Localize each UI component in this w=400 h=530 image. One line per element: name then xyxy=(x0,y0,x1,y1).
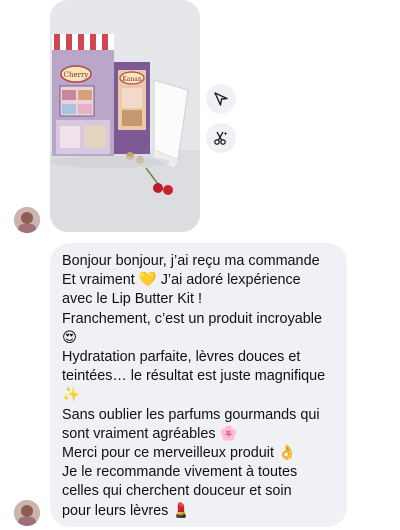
message-line: Je le recommande vivement à toutes xyxy=(62,464,298,481)
message-line: Bonjour bonjour, j’ai reçu ma commande xyxy=(62,253,320,269)
message-line: Et vraiment 💛 J’ai adoré lexpérience xyxy=(62,272,301,289)
message-line: Franchement, c’est un produit incroyable xyxy=(62,310,322,327)
sender-avatar[interactable] xyxy=(14,207,40,233)
message-line: celles qui cherchent douceur et soin xyxy=(62,483,292,500)
message-line: Sans oublier les parfums gourmands qui xyxy=(62,406,320,423)
message-line: Hydratation parfaite, lèvres douces et xyxy=(62,349,301,366)
message-bubble[interactable]: Bonjour bonjour, j’ai reçu ma commande E… xyxy=(50,243,347,527)
message-line: ✨ xyxy=(62,387,80,404)
remix-button[interactable] xyxy=(206,123,236,153)
message-line: pour leurs lèvres 💄 xyxy=(62,502,191,519)
message-line: 😍 xyxy=(62,329,78,346)
photo-attachment[interactable]: Cherry Kanan xyxy=(50,0,200,232)
share-button[interactable] xyxy=(206,84,236,114)
sender-avatar[interactable] xyxy=(14,500,40,526)
message-line: Merci pour ce merveilleux produit 👌 xyxy=(62,445,296,462)
share-icon xyxy=(213,91,229,107)
svg-text:Cherry: Cherry xyxy=(64,71,89,79)
svg-text:Kanan: Kanan xyxy=(122,76,142,83)
message-line: avec le Lip Butter Kit ! xyxy=(62,291,202,308)
chat-thread: Cherry Kanan Bonjour bonjour, j’ai reçu … xyxy=(0,0,400,530)
message-line: teintées… le résultat est juste magnifiq… xyxy=(62,368,326,385)
product-photo: Cherry Kanan xyxy=(50,0,200,232)
message-line: sont vraiment agréables 🌸 xyxy=(62,425,238,442)
scissors-sparkle-icon xyxy=(213,130,229,146)
